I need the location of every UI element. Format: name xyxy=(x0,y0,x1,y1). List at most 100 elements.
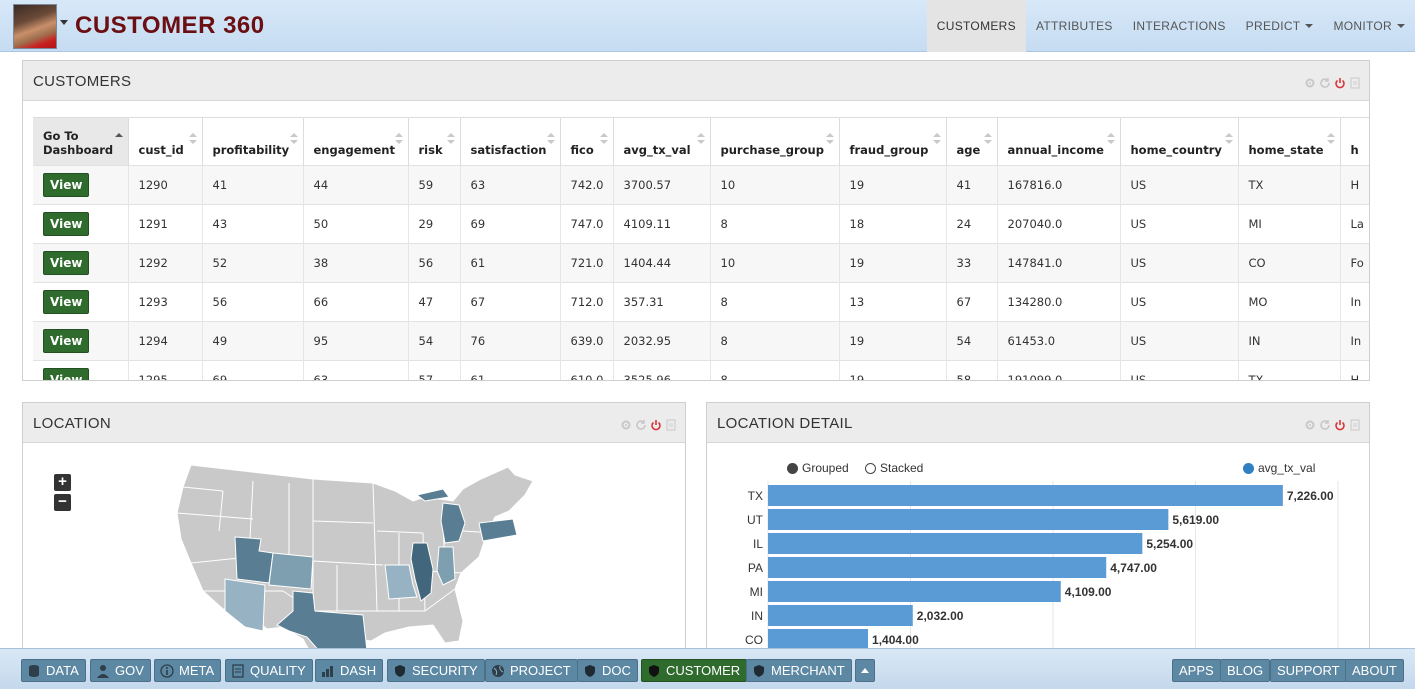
column-header[interactable]: profitability xyxy=(202,117,304,166)
bar-il[interactable] xyxy=(768,533,1143,554)
refresh-icon[interactable] xyxy=(1319,419,1331,431)
category-label: MI xyxy=(750,585,763,599)
table-cell: 1293 xyxy=(128,282,203,322)
column-header[interactable]: satisfaction xyxy=(460,117,561,166)
table-cell: 47 xyxy=(408,282,461,322)
category-label: CO xyxy=(745,633,763,647)
column-header[interactable]: h xyxy=(1340,117,1369,166)
table-cell: 33 xyxy=(946,243,998,283)
power-icon[interactable] xyxy=(1334,419,1346,431)
shield-icon xyxy=(751,663,767,679)
sort-icon xyxy=(696,133,705,145)
table-cell: 147841.0 xyxy=(997,243,1121,283)
table-cell: US xyxy=(1120,165,1239,205)
bar-mi[interactable] xyxy=(768,581,1061,602)
table-cell: View xyxy=(33,321,129,361)
location-bar-chart: TX 7,226.00 UT 5,619.00 IL 5,254.00 PA 4,747.00… xyxy=(745,481,1339,661)
table-cell: 3525.96 xyxy=(613,360,711,380)
table-cell: 52 xyxy=(202,243,304,283)
power-icon[interactable] xyxy=(1334,77,1346,89)
sort-icon xyxy=(446,133,455,145)
bar-pa[interactable] xyxy=(768,557,1107,578)
gear-icon[interactable] xyxy=(1304,77,1316,89)
nav-monitor[interactable]: MONITOR xyxy=(1323,0,1415,52)
chevron-down-icon[interactable] xyxy=(60,20,68,25)
table-cell: 1294 xyxy=(128,321,203,361)
nav-attributes[interactable]: ATTRIBUTES xyxy=(1026,0,1123,52)
column-header[interactable]: home_state xyxy=(1238,117,1341,166)
nav-interactions[interactable]: INTERACTIONS xyxy=(1123,0,1236,52)
chevron-up-icon xyxy=(861,668,869,673)
table-row[interactable]: View 1292 52 38 56 61 721.0 1404.44 10 19 33 147841… xyxy=(33,243,1369,283)
view-dashboard-button[interactable]: View xyxy=(43,173,90,197)
refresh-icon[interactable] xyxy=(1319,77,1331,89)
table-row[interactable]: View 1293 56 66 47 67 712.0 357.31 8 13 67 134280.0… xyxy=(33,282,1369,322)
gear-icon[interactable] xyxy=(620,419,632,431)
column-header[interactable]: Go To Dashboard xyxy=(33,117,129,166)
column-header[interactable]: risk xyxy=(408,117,461,166)
footer-security-button[interactable]: SECURITY xyxy=(387,659,485,682)
footer-gov-button[interactable]: GOV xyxy=(90,659,151,682)
footer-dash-button[interactable]: DASH xyxy=(315,659,384,682)
view-dashboard-button[interactable]: View xyxy=(43,329,90,353)
data-label: 5,254.00 xyxy=(1146,537,1193,551)
zoom-out-button[interactable]: − xyxy=(54,494,71,511)
footer-apps-button[interactable]: APPS xyxy=(1172,659,1221,682)
column-header[interactable]: cust_id xyxy=(128,117,203,166)
footer-expand-button[interactable] xyxy=(855,659,875,682)
bottom-bar: DATA GOV META QUALITY DASH SECURITY PROJ… xyxy=(0,648,1415,689)
bar-co[interactable] xyxy=(768,629,869,650)
view-dashboard-button[interactable]: View xyxy=(43,212,90,236)
table-row[interactable]: View 1294 49 95 54 76 639.0 2032.95 8 19 54 61453.0… xyxy=(33,321,1369,361)
table-row[interactable]: View 1291 43 50 29 69 747.0 4109.11 8 18 24 207040.… xyxy=(33,204,1369,244)
data-label: 2,032.00 xyxy=(917,609,964,623)
table-cell: 95 xyxy=(303,321,409,361)
legend-stacked[interactable]: Stacked xyxy=(865,461,923,475)
column-header[interactable]: avg_tx_val xyxy=(613,117,711,166)
gear-icon[interactable] xyxy=(1304,419,1316,431)
footer-data-button[interactable]: DATA xyxy=(21,659,86,682)
footer-quality-button[interactable]: QUALITY xyxy=(225,659,313,682)
column-header[interactable]: engagement xyxy=(303,117,409,166)
us-map[interactable] xyxy=(163,461,543,661)
footer-merchant-button[interactable]: MERCHANT xyxy=(746,659,852,682)
footer-about-button[interactable]: ABOUT xyxy=(1345,659,1404,682)
sort-asc-icon xyxy=(114,133,123,145)
export-icon[interactable] xyxy=(1349,419,1361,431)
view-dashboard-button[interactable]: View xyxy=(43,368,90,380)
column-header[interactable]: purchase_group xyxy=(710,117,840,166)
footer-blog-button[interactable]: BLOG xyxy=(1220,659,1271,682)
export-icon[interactable] xyxy=(1349,77,1361,89)
power-icon[interactable] xyxy=(650,419,662,431)
sort-icon xyxy=(983,133,992,145)
footer-project-button[interactable]: PROJECT xyxy=(485,659,578,682)
panel-tools xyxy=(620,419,677,431)
column-header[interactable]: age xyxy=(946,117,998,166)
customers-table-wrap[interactable]: Go To Dashboard cust_id profitability en… xyxy=(33,117,1369,380)
table-cell: Fo xyxy=(1340,243,1369,283)
bar-ut[interactable] xyxy=(768,509,1169,530)
legend-series[interactable]: avg_tx_val xyxy=(1243,461,1315,475)
footer-customer-button[interactable]: CUSTOMER xyxy=(641,659,748,682)
footer-support-button[interactable]: SUPPORT xyxy=(1270,659,1347,682)
nav-predict[interactable]: PREDICT xyxy=(1236,0,1324,52)
table-row[interactable]: View 1295 69 63 57 61 610.0 3525.96 8 19 58 191099.… xyxy=(33,360,1369,380)
main-nav: CUSTOMERS ATTRIBUTES INTERACTIONS PREDIC… xyxy=(926,0,1415,52)
footer-doc-button[interactable]: DOC xyxy=(577,659,638,682)
bar-tx[interactable] xyxy=(768,485,1283,506)
bar-in[interactable] xyxy=(768,605,913,626)
user-avatar[interactable] xyxy=(13,4,57,49)
column-header[interactable]: home_country xyxy=(1120,117,1239,166)
zoom-in-button[interactable]: + xyxy=(54,474,71,491)
export-icon[interactable] xyxy=(665,419,677,431)
column-header[interactable]: fraud_group xyxy=(839,117,947,166)
view-dashboard-button[interactable]: View xyxy=(43,290,90,314)
footer-meta-button[interactable]: META xyxy=(154,659,222,682)
table-row[interactable]: View 1290 41 44 59 63 742.0 3700.57 10 19 41 167816… xyxy=(33,165,1369,205)
nav-customers[interactable]: CUSTOMERS xyxy=(926,0,1026,52)
column-header[interactable]: annual_income xyxy=(997,117,1121,166)
view-dashboard-button[interactable]: View xyxy=(43,251,90,275)
column-header[interactable]: fico xyxy=(560,117,614,166)
refresh-icon[interactable] xyxy=(635,419,647,431)
legend-grouped[interactable]: Grouped xyxy=(787,461,849,475)
